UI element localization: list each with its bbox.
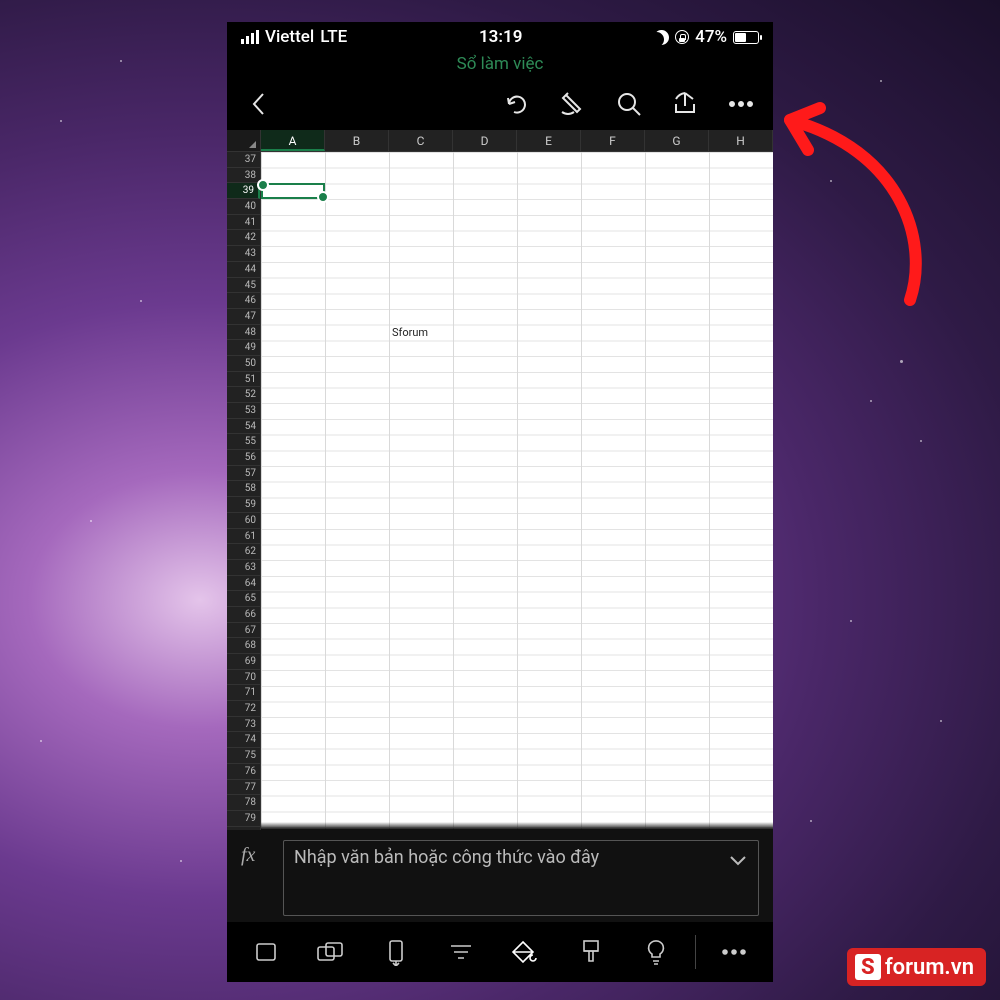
- selection-handle-bottom[interactable]: [317, 191, 329, 203]
- row-header-50[interactable]: 50: [227, 356, 260, 372]
- top-toolbar: [227, 78, 773, 130]
- search-button[interactable]: [603, 80, 655, 128]
- toolbar-divider: [695, 935, 696, 969]
- row-header-54[interactable]: 54: [227, 419, 260, 435]
- cell-C48[interactable]: Sforum: [389, 325, 453, 341]
- row-header-41[interactable]: 41: [227, 215, 260, 231]
- row-header-75[interactable]: 75: [227, 748, 260, 764]
- column-headers: ABCDEFGH: [227, 130, 773, 152]
- row-header-40[interactable]: 40: [227, 199, 260, 215]
- row-header-70[interactable]: 70: [227, 670, 260, 686]
- row-header-48[interactable]: 48: [227, 325, 260, 341]
- row-headers: 3738394041424344454647484950515253545556…: [227, 152, 261, 830]
- document-title[interactable]: Sổ làm việc: [227, 52, 773, 78]
- row-header-37[interactable]: 37: [227, 152, 260, 168]
- row-header-58[interactable]: 58: [227, 481, 260, 497]
- row-header-44[interactable]: 44: [227, 262, 260, 278]
- phone-frame: Viettel LTE 13:19 47% Sổ làm việc: [227, 22, 773, 982]
- rotation-lock-icon: [675, 30, 689, 44]
- row-header-72[interactable]: 72: [227, 701, 260, 717]
- undo-button[interactable]: [491, 80, 543, 128]
- row-header-53[interactable]: 53: [227, 403, 260, 419]
- row-header-39[interactable]: 39: [227, 183, 260, 199]
- back-button[interactable]: [233, 80, 285, 128]
- row-header-46[interactable]: 46: [227, 293, 260, 309]
- row-header-64[interactable]: 64: [227, 576, 260, 592]
- share-button[interactable]: [659, 80, 711, 128]
- column-header-B[interactable]: B: [325, 130, 389, 151]
- row-header-73[interactable]: 73: [227, 717, 260, 733]
- more-button[interactable]: [715, 80, 767, 128]
- signal-icon: [241, 30, 259, 44]
- column-header-E[interactable]: E: [517, 130, 581, 151]
- select-all-corner[interactable]: [227, 130, 261, 151]
- grid-fade: [261, 822, 773, 830]
- row-header-59[interactable]: 59: [227, 497, 260, 513]
- formula-bar: fx Nhập văn bản hoặc công thức vào đây: [227, 830, 773, 922]
- row-header-78[interactable]: 78: [227, 795, 260, 811]
- phone-arrow-button[interactable]: [363, 938, 428, 966]
- row-header-76[interactable]: 76: [227, 764, 260, 780]
- filter-button[interactable]: [428, 941, 493, 963]
- row-header-67[interactable]: 67: [227, 623, 260, 639]
- draw-button[interactable]: [547, 80, 599, 128]
- selection-handle-top[interactable]: [257, 179, 269, 191]
- column-header-F[interactable]: F: [581, 130, 645, 151]
- cards-button[interactable]: [298, 940, 363, 964]
- row-header-56[interactable]: 56: [227, 450, 260, 466]
- row-header-42[interactable]: 42: [227, 230, 260, 246]
- row-header-55[interactable]: 55: [227, 434, 260, 450]
- row-header-38[interactable]: 38: [227, 168, 260, 184]
- row-header-60[interactable]: 60: [227, 513, 260, 529]
- clock: 13:19: [479, 27, 522, 47]
- column-header-D[interactable]: D: [453, 130, 517, 151]
- fx-icon[interactable]: fx: [241, 840, 273, 922]
- row-header-66[interactable]: 66: [227, 607, 260, 623]
- row-header-52[interactable]: 52: [227, 387, 260, 403]
- card-view-button[interactable]: [233, 940, 298, 964]
- ideas-bulb-button[interactable]: [624, 938, 689, 966]
- network-label: LTE: [320, 27, 347, 47]
- row-header-43[interactable]: 43: [227, 246, 260, 262]
- row-header-49[interactable]: 49: [227, 340, 260, 356]
- carrier-label: Viettel: [265, 27, 314, 47]
- row-header-68[interactable]: 68: [227, 638, 260, 654]
- watermark-badge: S forum.vn: [847, 948, 986, 986]
- status-bar: Viettel LTE 13:19 47%: [227, 22, 773, 52]
- fill-button[interactable]: [494, 939, 559, 965]
- watermark-s: S: [855, 954, 881, 980]
- bottom-toolbar: [227, 922, 773, 982]
- spreadsheet-grid[interactable]: 3738394041424344454647484950515253545556…: [227, 152, 773, 830]
- row-header-79[interactable]: 79: [227, 811, 260, 827]
- row-header-51[interactable]: 51: [227, 372, 260, 388]
- battery-pct: 47%: [695, 27, 727, 47]
- bottom-more-button[interactable]: [702, 948, 767, 956]
- chevron-down-icon[interactable]: [728, 847, 748, 872]
- formula-placeholder: Nhập văn bản hoặc công thức vào đây: [294, 847, 599, 868]
- dnd-moon-icon: [654, 30, 669, 45]
- column-header-G[interactable]: G: [645, 130, 709, 151]
- row-header-47[interactable]: 47: [227, 309, 260, 325]
- row-header-61[interactable]: 61: [227, 529, 260, 545]
- column-header-A[interactable]: A: [261, 130, 325, 151]
- cells-area[interactable]: Sforum: [261, 152, 773, 830]
- formula-input[interactable]: Nhập văn bản hoặc công thức vào đây: [283, 840, 759, 916]
- row-header-63[interactable]: 63: [227, 560, 260, 576]
- row-header-69[interactable]: 69: [227, 654, 260, 670]
- row-header-74[interactable]: 74: [227, 732, 260, 748]
- column-header-C[interactable]: C: [389, 130, 453, 151]
- column-header-H[interactable]: H: [709, 130, 773, 151]
- format-brush-button[interactable]: [559, 938, 624, 966]
- row-header-77[interactable]: 77: [227, 780, 260, 796]
- row-header-71[interactable]: 71: [227, 685, 260, 701]
- row-header-57[interactable]: 57: [227, 466, 260, 482]
- selection-outline[interactable]: [261, 183, 325, 199]
- row-header-45[interactable]: 45: [227, 278, 260, 294]
- row-header-65[interactable]: 65: [227, 591, 260, 607]
- watermark-text: forum.vn: [885, 955, 974, 980]
- row-header-62[interactable]: 62: [227, 544, 260, 560]
- battery-icon: [733, 31, 759, 44]
- gridlines: [261, 152, 773, 830]
